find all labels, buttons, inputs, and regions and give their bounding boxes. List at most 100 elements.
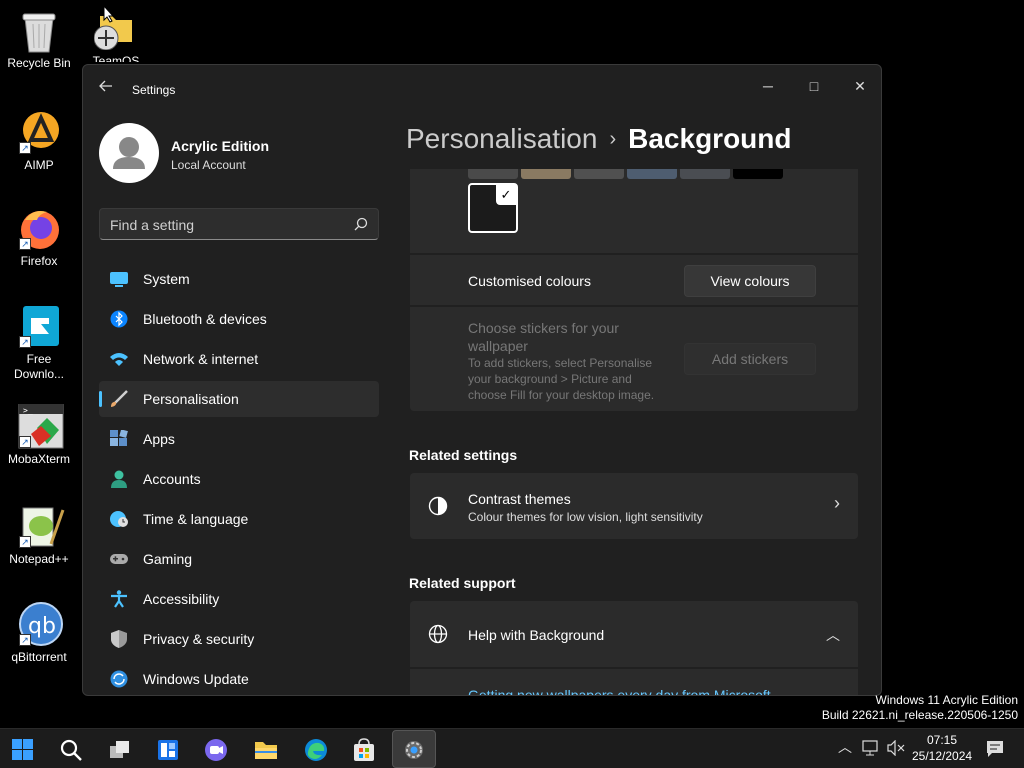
gamepad-icon (110, 554, 128, 564)
desktop-icon-free-download-manager[interactable]: ↗ Free Downlo... (4, 304, 74, 382)
monitor-icon (110, 272, 128, 287)
sidebar-item-label: Bluetooth & devices (143, 311, 267, 327)
page-title: Background (628, 123, 792, 154)
sidebar-item-accessibility[interactable]: Accessibility (99, 581, 379, 617)
desktop-icon-notepad-plus-plus[interactable]: ↗ Notepad++ (4, 504, 74, 567)
person-icon (111, 470, 127, 488)
sidebar-item-privacy-security[interactable]: Privacy & security (99, 621, 379, 657)
desktop-icon-label: Firefox (20, 254, 58, 268)
contrast-icon (428, 496, 448, 516)
avatar (99, 123, 159, 183)
desktop-icon-label: Recycle Bin (7, 56, 71, 70)
task-view-button[interactable] (100, 733, 140, 765)
colour-swatch[interactable] (521, 169, 571, 179)
brush-icon (111, 390, 128, 407)
minimize-button[interactable]: ─ (745, 71, 791, 101)
show-hidden-icons-button[interactable]: ︿ (838, 737, 852, 757)
widgets-icon (158, 740, 178, 760)
desktop-icon-label: AIMP (24, 158, 54, 172)
notifications-icon[interactable] (986, 740, 1004, 758)
sidebar-item-accounts[interactable]: Accounts (99, 461, 379, 497)
windows-start-icon (12, 739, 33, 760)
edge-button[interactable] (296, 733, 336, 765)
breadcrumb-separator: › (609, 128, 617, 150)
custom-colours-label: Customised colours (468, 273, 591, 289)
sidebar-item-network[interactable]: Network & internet (99, 341, 379, 377)
chat-button[interactable] (196, 733, 236, 765)
clock-time: 07:15 (926, 733, 958, 747)
desktop-icon-label: qBittorrent (11, 650, 67, 664)
colour-swatch[interactable] (627, 169, 677, 179)
profile-name: Acrylic Edition (171, 138, 270, 154)
title-bar[interactable]: Settings ─ □ ✕ (83, 65, 881, 113)
window-title: Settings (132, 83, 176, 97)
sidebar-item-personalisation[interactable]: Personalisation (99, 381, 379, 417)
sidebar-item-label: Windows Update (143, 671, 249, 687)
desktop-icon-mobaxterm[interactable]: >_ ↗ MobaXterm (4, 403, 74, 467)
maximize-button[interactable]: □ (791, 71, 837, 101)
taskbar-clock[interactable]: 07:15 25/12/2024 (912, 732, 972, 764)
file-explorer-icon (255, 742, 277, 759)
wallpaper-help-link[interactable]: Getting new wallpapers every day from Mi… (468, 687, 771, 695)
user-profile[interactable]: Acrylic Edition Local Account (99, 123, 389, 183)
globe-icon (428, 624, 448, 644)
recycle-bin-icon (17, 8, 61, 53)
clock-date: 25/12/2024 (912, 749, 973, 763)
sidebar-item-time-language[interactable]: Time & language (99, 501, 379, 537)
desktop-icon-firefox[interactable]: ↗ Firefox (4, 206, 74, 269)
help-with-background-row[interactable]: Help with Background ︿ (410, 601, 858, 667)
colour-swatch[interactable] (574, 169, 624, 179)
selected-colour-swatch[interactable]: ✓ (468, 183, 518, 233)
back-button[interactable] (95, 79, 117, 99)
notepad-plus-plus-icon: ↗ (17, 504, 65, 548)
start-button[interactable] (4, 733, 44, 765)
search-input[interactable] (110, 215, 340, 235)
colour-swatch[interactable] (680, 169, 730, 179)
aimp-icon: ↗ (17, 110, 61, 154)
network-wired-icon[interactable] (862, 740, 880, 756)
bluetooth-icon (110, 310, 128, 328)
close-button[interactable]: ✕ (837, 71, 881, 101)
watermark-build: Build 22621.ni_release.220506-1250 (821, 708, 1018, 722)
qbittorrent-icon: qb ↗ (17, 602, 63, 646)
sidebar-item-bluetooth[interactable]: Bluetooth & devices (99, 301, 379, 337)
settings-window[interactable]: Settings ─ □ ✕ Acrylic Edition Local Acc… (82, 64, 882, 696)
desktop-icon-teamos[interactable]: TeamOS (80, 6, 152, 62)
sidebar-item-label: Network & internet (143, 351, 259, 367)
sidebar-item-label: System (143, 271, 190, 287)
sidebar-item-system[interactable]: System (99, 261, 379, 297)
taskbar-search-button[interactable] (51, 733, 91, 765)
colour-swatch[interactable] (733, 169, 783, 179)
settings-taskbar-button[interactable] (392, 730, 436, 768)
accessibility-icon (111, 590, 127, 608)
apps-icon (110, 430, 128, 446)
search-icon[interactable] (354, 217, 368, 231)
settings-search[interactable] (99, 208, 379, 240)
arrow-left-icon (99, 80, 112, 92)
desktop-icon-label: TeamOS (92, 54, 140, 62)
firefox-icon: ↗ (17, 206, 61, 250)
volume-muted-icon[interactable] (887, 740, 905, 756)
store-icon (354, 738, 374, 761)
mobaxterm-icon: >_ ↗ (17, 403, 64, 449)
contrast-themes-row[interactable]: Contrast themes Colour themes for low vi… (410, 473, 858, 539)
view-colours-button[interactable]: View colours (684, 265, 816, 297)
widgets-button[interactable] (148, 733, 188, 765)
stickers-row: Choose stickers for your wallpaper To ad… (410, 307, 858, 411)
breadcrumb-parent[interactable]: Personalisation (406, 123, 597, 154)
desktop-icon-qbittorrent[interactable]: qb ↗ qBittorrent (4, 602, 74, 665)
colour-swatch[interactable] (468, 169, 518, 179)
file-explorer-button[interactable] (246, 733, 286, 765)
sidebar-item-windows-update[interactable]: Windows Update (99, 661, 379, 695)
desktop-icon-label: Notepad++ (9, 552, 69, 566)
teams-chat-icon (205, 739, 227, 761)
breadcrumb: Personalisation › Background (406, 123, 791, 155)
desktop-icon-aimp[interactable]: ↗ AIMP (4, 110, 74, 173)
sidebar-item-gaming[interactable]: Gaming (99, 541, 379, 577)
desktop-icon-recycle-bin[interactable]: Recycle Bin (4, 8, 74, 71)
store-button[interactable] (344, 733, 384, 765)
chevron-up-icon[interactable]: ︿ (826, 625, 840, 645)
contrast-themes-title: Contrast themes (468, 491, 571, 507)
sidebar-item-apps[interactable]: Apps (99, 421, 379, 457)
add-stickers-button[interactable]: Add stickers (684, 343, 816, 375)
